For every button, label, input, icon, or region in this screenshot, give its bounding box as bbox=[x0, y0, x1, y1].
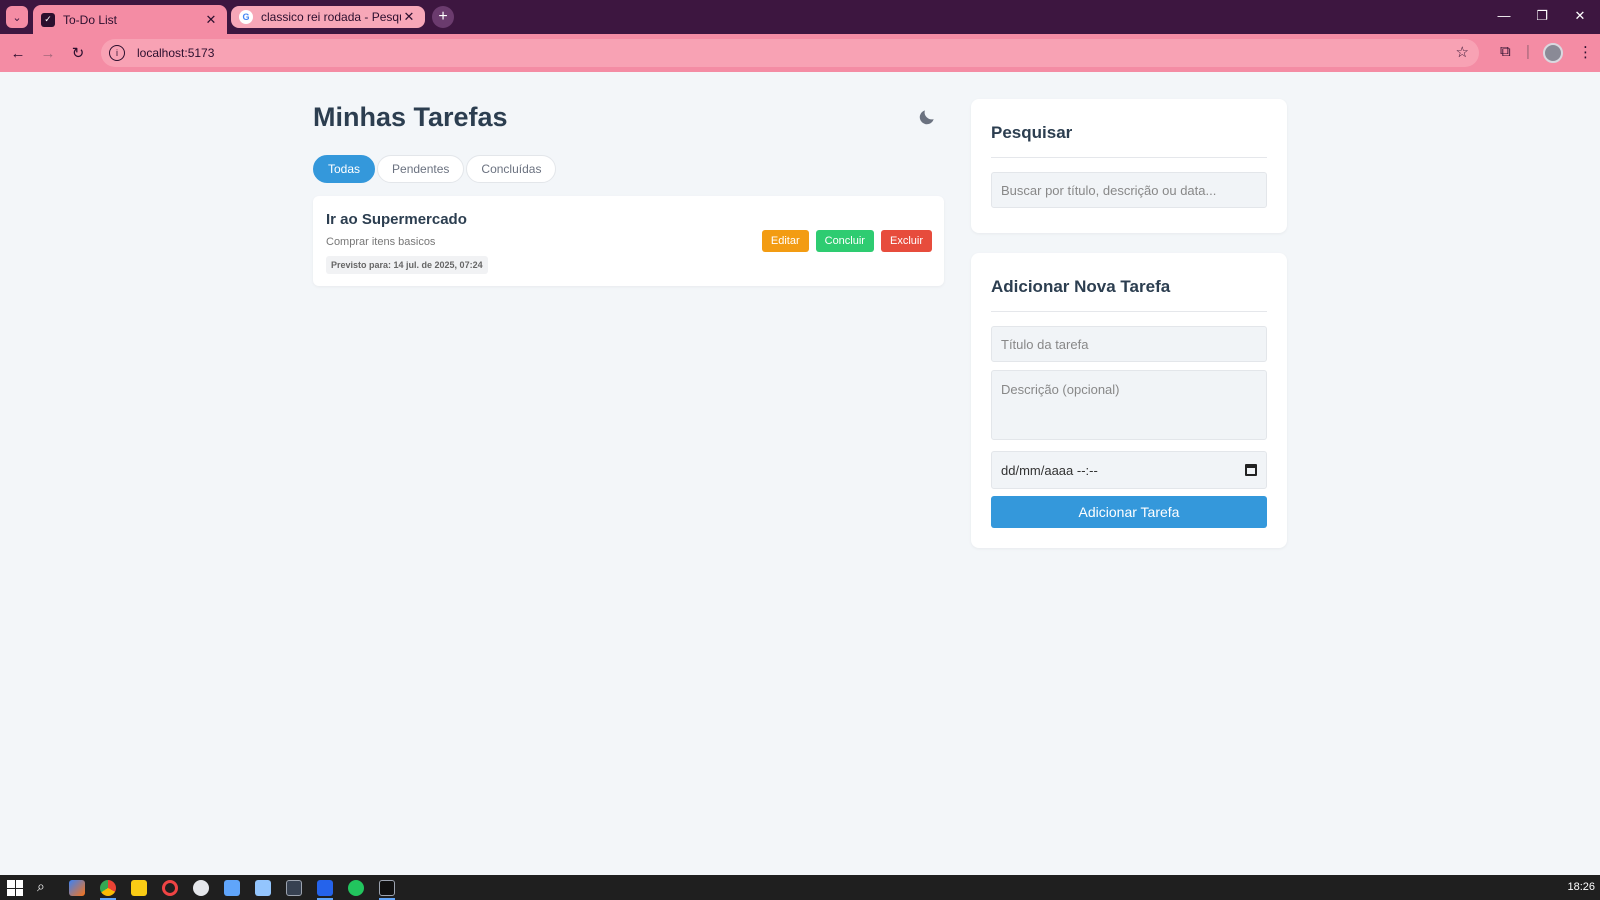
tab-google-search[interactable]: G classico rei rodada - Pesquisa G ✕ bbox=[231, 6, 425, 28]
opera-icon[interactable] bbox=[162, 880, 178, 896]
calendar-icon[interactable] bbox=[1245, 464, 1257, 476]
back-arrow-icon[interactable]: ← bbox=[8, 43, 28, 63]
task-card: Ir ao Supermercado Comprar itens basicos… bbox=[313, 196, 944, 286]
search-icon[interactable]: ⌕ bbox=[37, 878, 53, 894]
task-actions: Editar Concluir Excluir bbox=[761, 230, 932, 252]
add-task-panel-title: Adicionar Nova Tarefa bbox=[991, 253, 1267, 312]
vscode-icon[interactable] bbox=[317, 880, 333, 896]
minimize-icon[interactable]: — bbox=[1494, 8, 1514, 23]
steam-icon[interactable] bbox=[255, 880, 271, 896]
url-text: localhost:5173 bbox=[137, 46, 215, 60]
restore-icon[interactable]: ❐ bbox=[1532, 8, 1552, 24]
add-task-panel: Adicionar Nova Tarefa Título da tarefa D… bbox=[971, 253, 1287, 548]
bookmark-star-icon[interactable]: ☆ bbox=[1456, 43, 1469, 61]
task-due-date: Previsto para: 14 jul. de 2025, 07:24 bbox=[326, 256, 488, 274]
filter-tab-pendentes[interactable]: Pendentes bbox=[377, 155, 465, 183]
moon-icon-svg bbox=[919, 110, 934, 125]
search-panel-title: Pesquisar bbox=[991, 99, 1267, 158]
windows-start-icon[interactable] bbox=[7, 880, 23, 896]
github-icon[interactable] bbox=[193, 880, 209, 896]
task-title-input[interactable]: Título da tarefa bbox=[991, 326, 1267, 362]
tab-title: To-Do List bbox=[63, 12, 118, 27]
search-input[interactable]: Buscar por título, descrição ou data... bbox=[991, 172, 1267, 208]
address-bar[interactable]: i localhost:5173 ☆ bbox=[101, 39, 1479, 67]
add-task-button[interactable]: Adicionar Tarefa bbox=[991, 496, 1267, 528]
tab-todo-list[interactable]: ✓ To-Do List ✕ bbox=[33, 5, 227, 34]
moon-icon[interactable] bbox=[914, 104, 940, 130]
task-description: Comprar itens basicos bbox=[326, 236, 436, 248]
edit-button[interactable]: Editar bbox=[761, 230, 809, 252]
chrome-icon[interactable] bbox=[100, 880, 116, 896]
menu-kebab-icon[interactable]: ⋮ bbox=[1578, 43, 1593, 61]
copilot-icon[interactable] bbox=[69, 880, 85, 896]
extensions-icon[interactable]: ⧉ bbox=[1500, 43, 1511, 60]
console-icon[interactable] bbox=[379, 880, 395, 896]
search-panel: Pesquisar Buscar por título, descrição o… bbox=[971, 99, 1287, 233]
task-description-textarea[interactable]: Descrição (opcional) bbox=[991, 370, 1267, 440]
browser-tab-strip: ⌄ ✓ To-Do List ✕ G classico rei rodada -… bbox=[0, 0, 1600, 34]
window-close-icon[interactable]: ✕ bbox=[1570, 8, 1590, 24]
task-title: Ir ao Supermercado bbox=[326, 211, 467, 228]
google-favicon-icon: G bbox=[239, 10, 253, 24]
browser-toolbar: ← → ↻ i localhost:5173 ☆ ⧉ | ⋮ bbox=[0, 34, 1600, 72]
datetime-placeholder: dd/mm/aaaa --:-- bbox=[1001, 462, 1098, 478]
close-icon[interactable]: ✕ bbox=[401, 9, 417, 25]
profile-avatar[interactable] bbox=[1543, 43, 1563, 63]
task-datetime-input[interactable]: dd/mm/aaaa --:-- bbox=[991, 451, 1267, 489]
complete-button[interactable]: Concluir bbox=[815, 230, 874, 252]
tab-search-chevron-icon[interactable]: ⌄ bbox=[6, 6, 28, 28]
terminal-icon[interactable] bbox=[286, 880, 302, 896]
filter-tab-todas[interactable]: Todas bbox=[313, 155, 376, 183]
page-title: Minhas Tarefas bbox=[313, 102, 508, 132]
delete-button[interactable]: Excluir bbox=[880, 230, 932, 252]
tab-title: classico rei rodada - Pesquisa G bbox=[261, 10, 401, 24]
reload-icon[interactable]: ↻ bbox=[68, 43, 88, 63]
forward-arrow-icon[interactable]: → bbox=[38, 43, 58, 63]
os-taskbar: ⌕ 18:26 bbox=[0, 875, 1600, 900]
shield-app-icon[interactable] bbox=[224, 880, 240, 896]
filter-tab-concluidas[interactable]: Concluídas bbox=[466, 155, 557, 183]
filter-tabs: Todas Pendentes Concluídas bbox=[313, 155, 557, 183]
new-tab-icon[interactable]: + bbox=[432, 6, 454, 28]
close-icon[interactable]: ✕ bbox=[203, 12, 219, 28]
site-info-icon[interactable]: i bbox=[109, 45, 125, 61]
todo-favicon-icon: ✓ bbox=[41, 12, 55, 27]
file-explorer-icon[interactable] bbox=[131, 880, 147, 896]
xbox-icon[interactable] bbox=[348, 880, 364, 896]
system-clock: 18:26 bbox=[1567, 881, 1595, 893]
toolbar-divider: | bbox=[1526, 43, 1530, 60]
